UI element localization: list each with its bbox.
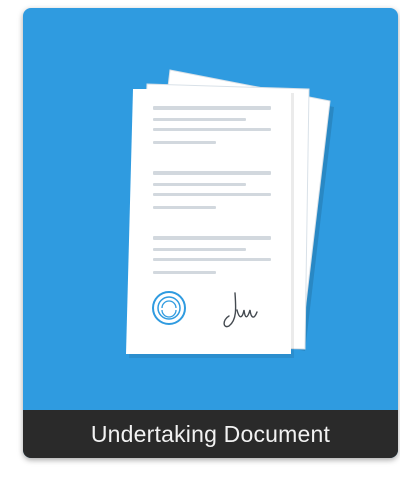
document-stack xyxy=(126,69,334,358)
undertaking-document-card[interactable]: Undertaking Document xyxy=(23,8,398,458)
card-title: Undertaking Document xyxy=(90,420,331,447)
signed-documents-icon xyxy=(126,69,334,358)
card-caption-bar: Undertaking Document xyxy=(23,410,398,458)
